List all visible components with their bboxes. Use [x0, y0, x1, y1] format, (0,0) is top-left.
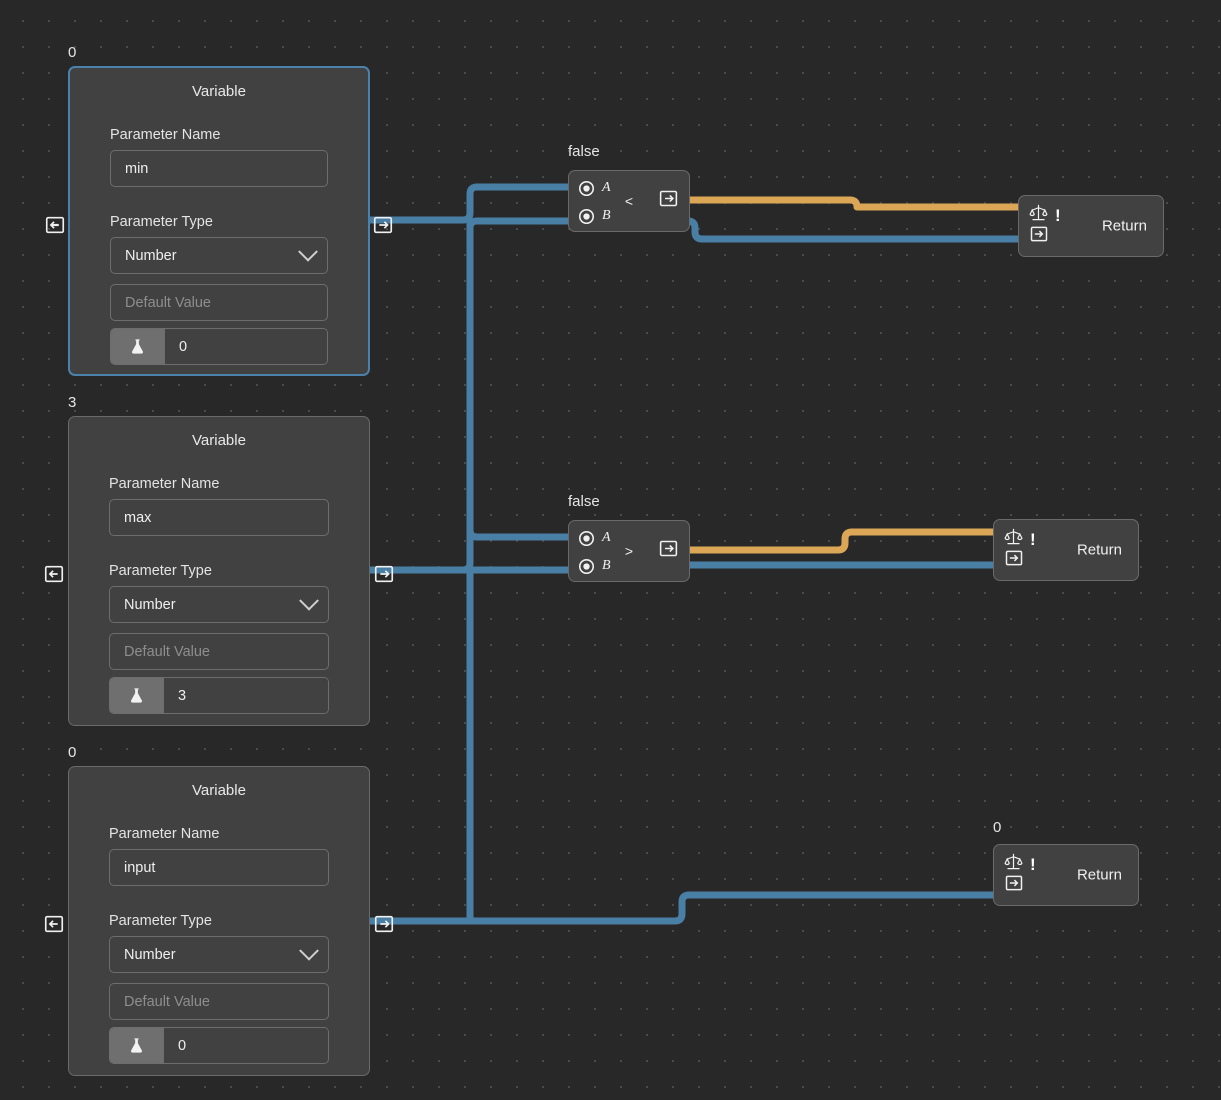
return-node-2[interactable]: ! Return — [993, 519, 1139, 581]
test-value-row: 0 — [109, 1027, 329, 1064]
param-name-label: Parameter Name — [109, 476, 220, 492]
return-label: Return — [1076, 541, 1122, 559]
param-name-label: Parameter Name — [110, 127, 221, 143]
node-title: Variable — [192, 83, 246, 100]
node-graph-canvas[interactable]: 0 Variable Parameter Name min Parameter … — [0, 0, 1221, 1100]
port-out-icon[interactable] — [658, 538, 679, 564]
port-out-icon[interactable] — [372, 214, 394, 236]
flask-icon[interactable] — [111, 329, 165, 364]
chevron-down-icon — [298, 241, 318, 262]
param-type-select[interactable]: Number — [109, 586, 329, 623]
node-title: Variable — [192, 782, 246, 799]
port-in-icon[interactable] — [43, 563, 65, 585]
node-tag: 0 — [68, 44, 77, 61]
param-type-label: Parameter Type — [110, 214, 213, 230]
param-type-label: Parameter Type — [109, 913, 212, 929]
wire-min-out — [367, 183, 570, 224]
test-value-row: 3 — [109, 677, 329, 714]
node-tag: 0 — [68, 744, 77, 761]
default-value-input[interactable]: Default Value — [110, 284, 328, 321]
chevron-down-icon — [299, 590, 319, 611]
return-label: Return — [1101, 217, 1147, 235]
port-in-icon[interactable] — [44, 214, 66, 236]
port-circle-icon — [578, 558, 595, 574]
comparison-node-less-than[interactable]: A B < — [568, 170, 690, 232]
default-value-input[interactable]: Default Value — [109, 983, 329, 1020]
param-type-label: Parameter Type — [109, 563, 212, 579]
return-bang-icon: ! — [1030, 529, 1036, 549]
param-name-input[interactable]: max — [109, 499, 329, 536]
comparison-port-b[interactable]: B — [577, 556, 611, 576]
comparison-port-b[interactable]: B — [577, 206, 611, 226]
flask-icon[interactable] — [110, 678, 164, 713]
wire-cmp1-data — [687, 217, 1020, 243]
default-value-input[interactable]: Default Value — [109, 633, 329, 670]
chevron-down-icon — [299, 940, 319, 961]
test-value-row: 0 — [110, 328, 328, 365]
wire-max-out — [367, 217, 570, 574]
node-title: Variable — [192, 432, 246, 449]
param-type-select[interactable]: Number — [110, 237, 328, 274]
port-out-icon[interactable] — [373, 563, 395, 585]
port-circle-icon — [578, 208, 595, 224]
comparison-port-b-label: B — [602, 208, 611, 223]
comparison-port-b-label: B — [602, 558, 611, 573]
flask-icon[interactable] — [110, 1028, 164, 1063]
test-value[interactable]: 3 — [164, 678, 328, 713]
node-tag: 0 — [993, 819, 1002, 836]
variable-node-min[interactable]: Variable Parameter Name min Parameter Ty… — [45, 66, 393, 376]
wire-cmp1-condition — [688, 196, 1020, 211]
return-node-1[interactable]: ! Return — [1018, 195, 1164, 257]
test-value[interactable]: 0 — [164, 1028, 328, 1063]
wire-input-out — [367, 891, 995, 925]
port-in-icon[interactable] — [1004, 548, 1024, 573]
port-in-icon[interactable] — [43, 913, 65, 935]
test-value[interactable]: 0 — [165, 329, 327, 364]
comparison-node-greater-than[interactable]: A B > — [568, 520, 690, 582]
node-tag: false — [568, 143, 600, 160]
param-name-label: Parameter Name — [109, 826, 220, 842]
param-name-input[interactable]: input — [109, 849, 329, 886]
variable-node-max[interactable]: Variable Parameter Name max Parameter Ty… — [44, 416, 394, 726]
return-bang-icon: ! — [1030, 854, 1036, 874]
return-label: Return — [1076, 866, 1122, 884]
param-type-value: Number — [124, 946, 176, 963]
wire-min-to-cmp2-a — [466, 220, 570, 541]
param-type-value: Number — [125, 247, 177, 264]
param-name-input[interactable]: min — [110, 150, 328, 187]
port-in-icon[interactable] — [1004, 873, 1024, 898]
param-type-select[interactable]: Number — [109, 936, 329, 973]
node-tag: 3 — [68, 394, 77, 411]
port-in-icon[interactable] — [1029, 224, 1049, 249]
variable-node-input[interactable]: Variable Parameter Name input Parameter … — [44, 766, 394, 1076]
port-out-icon[interactable] — [373, 913, 395, 935]
param-type-value: Number — [124, 596, 176, 613]
wire-cmp2-condition — [688, 528, 995, 554]
node-tag: false — [568, 493, 600, 510]
port-out-icon[interactable] — [658, 188, 679, 214]
return-bang-icon: ! — [1055, 205, 1061, 225]
return-node-3[interactable]: ! Return — [993, 844, 1139, 906]
